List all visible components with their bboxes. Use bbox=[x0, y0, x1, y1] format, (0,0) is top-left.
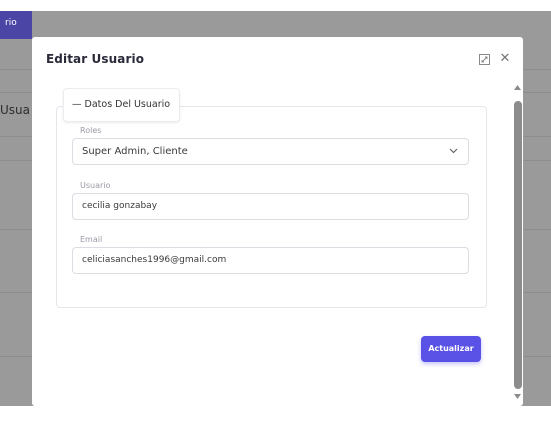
background-active-tab: rio bbox=[0, 11, 32, 39]
roles-select-value: Super Admin, Cliente bbox=[82, 146, 188, 157]
scrollbar-thumb[interactable] bbox=[514, 101, 522, 389]
email-input[interactable]: celiciasanches1996@gmail.com bbox=[72, 247, 469, 274]
scroll-down-arrow-icon[interactable] bbox=[513, 393, 522, 400]
section-legend: — Datos Del Usuario bbox=[63, 88, 180, 122]
chevron-down-icon bbox=[449, 148, 458, 154]
roles-select[interactable]: Super Admin, Cliente bbox=[72, 138, 469, 165]
scroll-up-arrow-icon[interactable] bbox=[513, 84, 522, 91]
edit-user-modal: Editar Usuario ✕ — Datos Del Usuario Rol… bbox=[32, 37, 523, 406]
email-label: Email bbox=[80, 235, 103, 244]
usuario-label: Usuario bbox=[80, 181, 111, 190]
usuario-input[interactable]: cecilia gonzabay bbox=[72, 193, 469, 220]
background-heading-fragment: Usua bbox=[0, 103, 30, 117]
update-button[interactable]: Actualizar bbox=[421, 336, 481, 362]
close-icon[interactable]: ✕ bbox=[498, 52, 512, 66]
roles-label: Roles bbox=[80, 126, 102, 135]
modal-title: Editar Usuario bbox=[46, 52, 145, 66]
background-top-strip bbox=[0, 0, 551, 11]
maximize-icon[interactable] bbox=[479, 54, 490, 65]
background-bottom-strip bbox=[0, 406, 551, 421]
